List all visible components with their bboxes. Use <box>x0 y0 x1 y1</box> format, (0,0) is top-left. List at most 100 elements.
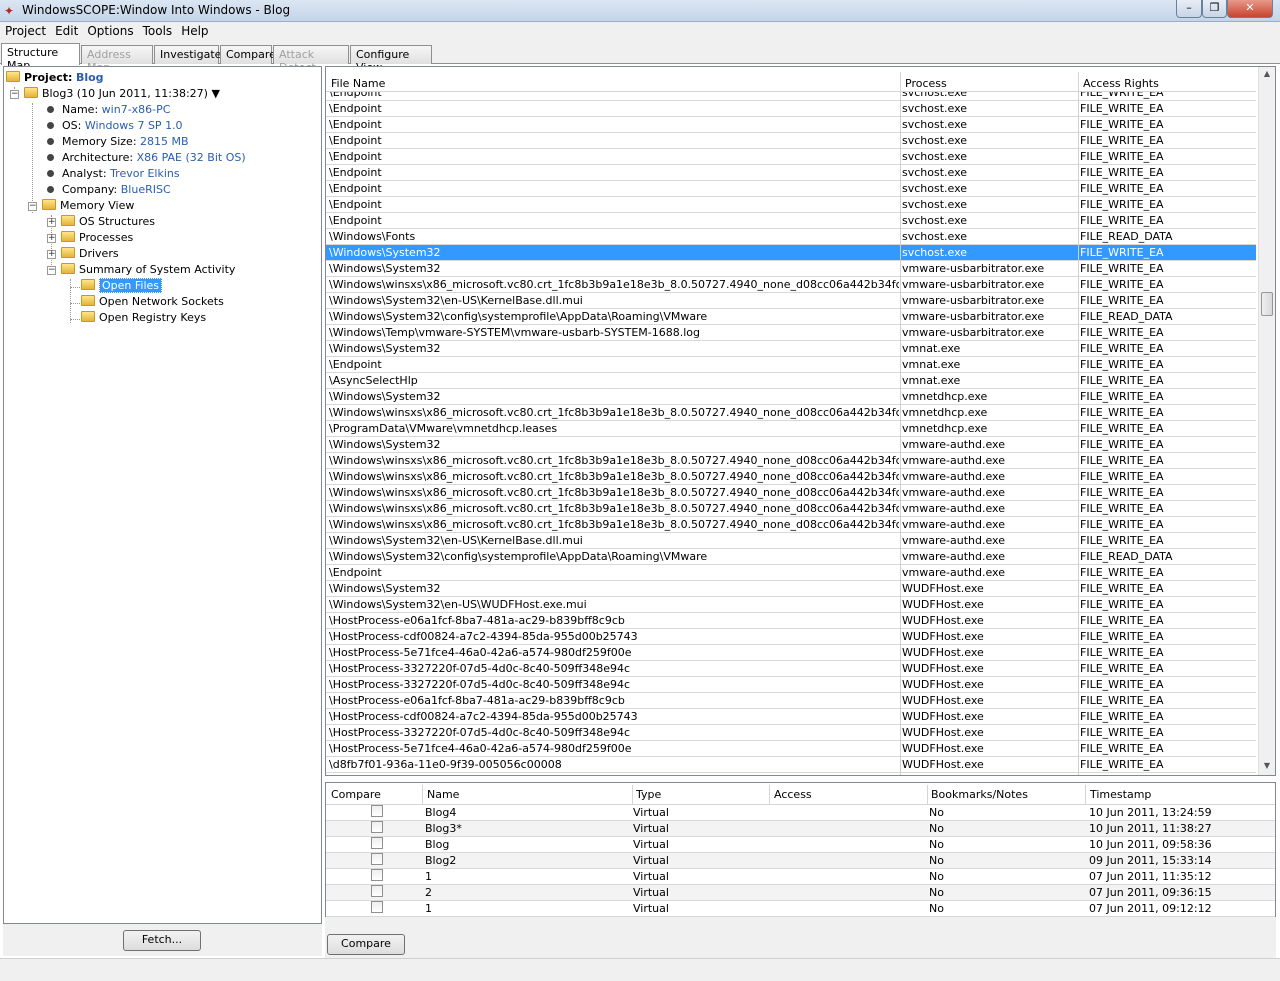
table-row[interactable]: \Windows\winsxs\x86_microsoft.vc80.crt_1… <box>326 469 1256 485</box>
scroll-down-icon[interactable]: ▼ <box>1262 761 1272 771</box>
table-row[interactable]: \HostProcess-3327220f-07d5-4d0c-8c40-509… <box>326 725 1256 741</box>
tree-project[interactable]: Project: Blog <box>6 70 104 86</box>
col-access-rights[interactable]: Access Rights <box>1083 77 1159 90</box>
close-button[interactable]: ✕ <box>1227 0 1273 18</box>
tree-open-files[interactable]: Open Files <box>81 278 163 294</box>
tree-processes[interactable]: Processes <box>61 230 133 246</box>
vertical-scrollbar[interactable]: ▲ ▼ <box>1258 67 1275 775</box>
expand-icon[interactable]: + <box>47 218 56 227</box>
compare-checkbox[interactable] <box>371 821 383 833</box>
table-row[interactable]: \Windows\System32 svchost.exe FILE_WRITE_E… <box>326 245 1256 261</box>
table-row[interactable]: 1 Virtual No 07 Jun 2011, 09:12:12 <box>326 901 1275 917</box>
table-row[interactable]: \Windows\System32 WUDFHost.exe FILE_WRITE_… <box>326 581 1256 597</box>
col-compare[interactable]: Compare <box>331 788 381 801</box>
minimize-button[interactable]: – <box>1176 0 1202 18</box>
collapse-icon[interactable]: − <box>47 266 56 275</box>
scroll-up-icon[interactable]: ▲ <box>1262 69 1272 79</box>
table-row[interactable]: \Windows\winsxs\x86_microsoft.vc80.crt_1… <box>326 501 1256 517</box>
table-row[interactable]: \Endpoint vmnat.exe FILE_WRITE_EA <box>326 357 1256 373</box>
compare-button[interactable]: Compare <box>327 934 405 955</box>
collapse-icon[interactable]: − <box>10 90 19 99</box>
table-row[interactable]: \AsyncSelectHlp vmnat.exe FILE_WRITE_EA <box>326 373 1256 389</box>
compare-checkbox[interactable] <box>371 869 383 881</box>
compare-checkbox[interactable] <box>371 885 383 897</box>
fetch-button[interactable]: Fetch... <box>123 930 201 951</box>
table-row[interactable]: \ProgramData\VMware\vmnetdhcp.leases vmne… <box>326 421 1256 437</box>
table-row[interactable]: Blog Virtual No 10 Jun 2011, 09:58:36 <box>326 837 1275 853</box>
dropdown-arrow-icon[interactable]: ▼ <box>211 87 219 100</box>
tree-memory-view[interactable]: Memory View <box>42 198 134 214</box>
tree-open-registry-keys[interactable]: Open Registry Keys <box>81 310 206 326</box>
table-row[interactable]: \Endpoint svchost.exe FILE_WRITE_EA <box>326 117 1256 133</box>
table-row[interactable]: \Windows\System32\en-US\WUDFHost.exe.mui… <box>326 597 1256 613</box>
menu-tools[interactable]: Tools <box>138 22 177 38</box>
expand-icon[interactable]: + <box>47 250 56 259</box>
menu-options[interactable]: Options <box>82 22 137 38</box>
table-row[interactable]: \Endpoint svchost.exe FILE_WRITE_EA <box>326 181 1256 197</box>
col-bookmarks-notes[interactable]: Bookmarks/Notes <box>931 788 1028 801</box>
table-row[interactable]: \HostProcess-5e71fce4-46a0-42a6-a574-980… <box>326 645 1256 661</box>
col-timestamp[interactable]: Timestamp <box>1090 788 1151 801</box>
table-row[interactable]: \Windows\Temp\vmware-SYSTEM\vmware-usbar… <box>326 325 1256 341</box>
table-row[interactable]: \Endpoint svchost.exe FILE_WRITE_EA <box>326 149 1256 165</box>
compare-checkbox[interactable] <box>371 853 383 865</box>
tab-compare[interactable]: Compare <box>220 45 276 64</box>
table-row[interactable]: \HostProcess-3327220f-07d5-4d0c-8c40-509… <box>326 661 1256 677</box>
tree-open-network-sockets[interactable]: Open Network Sockets <box>81 294 224 310</box>
table-row[interactable]: \HostProcess-cdf00824-a7c2-4394-85da-955… <box>326 709 1256 725</box>
tab-investigate[interactable]: Investigate <box>154 45 221 64</box>
table-row[interactable]: \Windows\winsxs\x86_microsoft.vc80.crt_1… <box>326 453 1256 469</box>
collapse-icon[interactable]: − <box>28 202 37 211</box>
tree-os-structures[interactable]: OS Structures <box>61 214 155 230</box>
tab-structure-map[interactable]: Structure Map <box>1 43 80 72</box>
table-row[interactable]: Blog4 Virtual No 10 Jun 2011, 13:24:59 <box>326 805 1275 821</box>
table-row[interactable]: \Windows\System32\config\systemprofile\A… <box>326 309 1256 325</box>
table-row[interactable]: \Windows\System32\en-US\KernelBase.dll.m… <box>326 293 1256 309</box>
table-row[interactable]: \Windows\winsxs\x86_microsoft.vc80.crt_1… <box>326 517 1256 533</box>
col-file-name[interactable]: File Name <box>331 77 385 90</box>
table-row[interactable]: \d8fb7f01-936a-11e0-9f39-005056c00008 WUD… <box>326 757 1256 773</box>
maximize-button[interactable]: ❐ <box>1202 0 1227 18</box>
compare-checkbox[interactable] <box>371 805 383 817</box>
menu-project[interactable]: Project <box>0 22 50 38</box>
table-row[interactable]: \HostProcess-5e71fce4-46a0-42a6-a574-980… <box>326 741 1256 757</box>
table-row[interactable]: \Windows\Fonts svchost.exe FILE_READ_DATA <box>326 229 1256 245</box>
table-row[interactable]: \Endpoint svchost.exe FILE_WRITE_EA <box>326 101 1256 117</box>
table-row[interactable]: \HostProcess-e06a1fcf-8ba7-481a-ac29-b83… <box>326 613 1256 629</box>
expand-icon[interactable]: + <box>47 234 56 243</box>
table-row[interactable]: \Windows\System32 vmware-usbarbitrator.ex… <box>326 261 1256 277</box>
table-row[interactable]: \Windows\winsxs\x86_microsoft.vc80.crt_1… <box>326 277 1256 293</box>
compare-checkbox[interactable] <box>371 901 383 913</box>
tree-snapshot[interactable]: Blog3 (10 Jun 2011, 11:38:27) ▼ <box>24 86 220 102</box>
tree-drivers[interactable]: Drivers <box>61 246 119 262</box>
table-row[interactable]: \Windows\winsxs\x86_microsoft.vc80.crt_1… <box>326 405 1256 421</box>
table-row[interactable]: \HostProcess-e06a1fcf-8ba7-481a-ac29-b83… <box>326 693 1256 709</box>
table-row[interactable]: \Windows\System32\config\systemprofile\A… <box>326 549 1256 565</box>
table-row[interactable]: \Windows\System32 vmnat.exe FILE_WRITE_EA <box>326 341 1256 357</box>
compare-checkbox[interactable] <box>371 837 383 849</box>
table-row[interactable]: \Endpoint svchost.exe FILE_WRITE_EA <box>326 92 1256 101</box>
table-row[interactable]: \Endpoint svchost.exe FILE_WRITE_EA <box>326 213 1256 229</box>
col-name[interactable]: Name <box>427 788 459 801</box>
table-row[interactable]: 2 Virtual No 07 Jun 2011, 09:36:15 <box>326 885 1275 901</box>
table-row[interactable]: \Windows\System32 vmware-authd.exe FILE_WR… <box>326 437 1256 453</box>
tree-summary-activity[interactable]: Summary of System Activity <box>61 262 235 278</box>
tab-configure-view[interactable]: Configure View <box>350 45 432 74</box>
table-row[interactable]: \Endpoint svchost.exe FILE_WRITE_EA <box>326 133 1256 149</box>
table-row[interactable]: \HostProcess-cdf00824-a7c2-4394-85da-955… <box>326 629 1256 645</box>
table-row[interactable]: 1 Virtual No 07 Jun 2011, 11:35:12 <box>326 869 1275 885</box>
table-row[interactable]: Blog3* Virtual No 10 Jun 2011, 11:38:27 <box>326 821 1275 837</box>
table-row[interactable]: \Windows\winsxs\x86_microsoft.vc80.crt_1… <box>326 485 1256 501</box>
table-row[interactable]: \Endpoint vmware-authd.exe FILE_WRITE_EA <box>326 565 1256 581</box>
col-process[interactable]: Process <box>905 77 947 90</box>
col-type[interactable]: Type <box>636 788 661 801</box>
table-row[interactable]: \Endpoint svchost.exe FILE_WRITE_EA <box>326 197 1256 213</box>
menu-edit[interactable]: Edit <box>50 22 82 38</box>
table-row[interactable]: \Endpoint svchost.exe FILE_WRITE_EA <box>326 165 1256 181</box>
col-access[interactable]: Access <box>774 788 812 801</box>
table-row[interactable]: Blog2 Virtual No 09 Jun 2011, 15:33:14 <box>326 853 1275 869</box>
menu-help[interactable]: Help <box>176 22 212 38</box>
table-row[interactable]: \Windows\System32\en-US\KernelBase.dll.m… <box>326 533 1256 549</box>
scroll-thumb[interactable] <box>1261 292 1273 316</box>
table-row[interactable]: \Windows\System32 vmnetdhcp.exe FILE_WRITE… <box>326 389 1256 405</box>
